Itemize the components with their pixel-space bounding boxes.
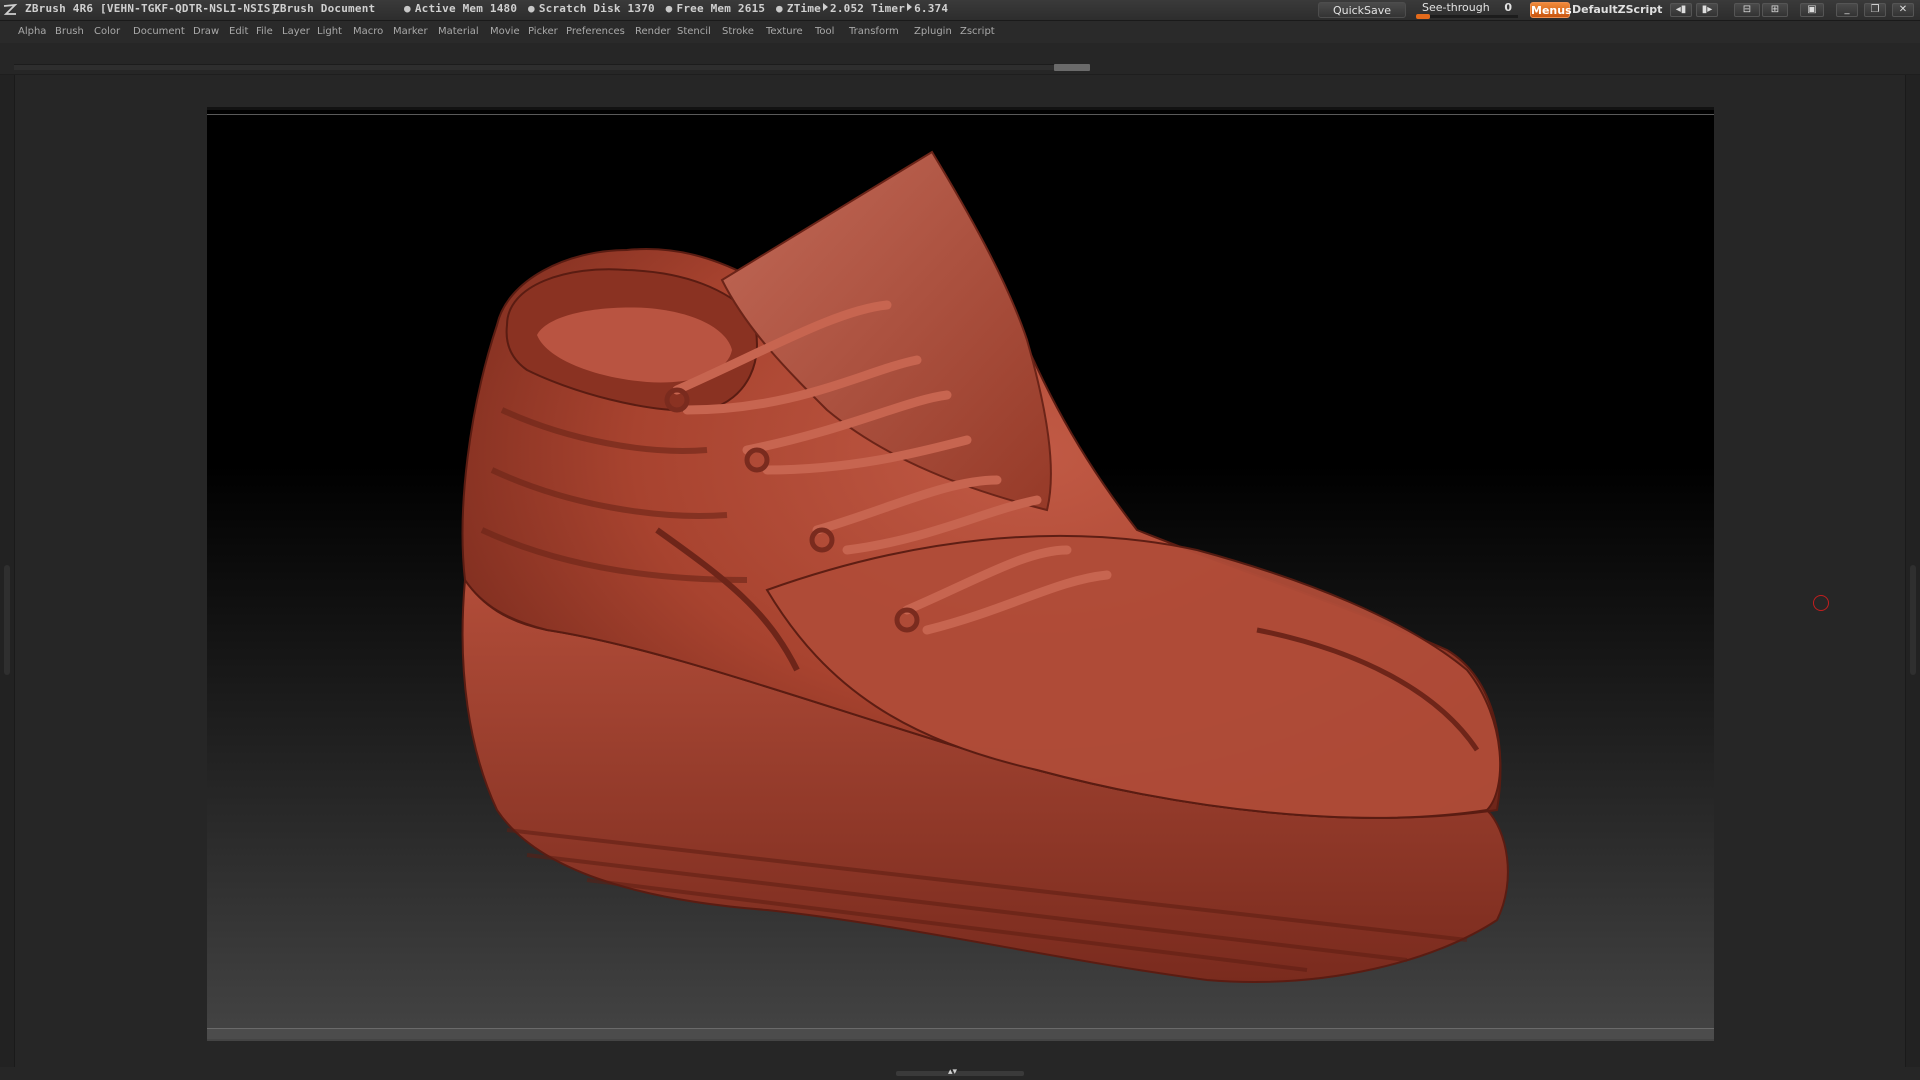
menu-draw[interactable]: Draw — [193, 26, 219, 37]
top-shelf — [14, 64, 1054, 70]
menu-marker[interactable]: Marker — [393, 26, 428, 37]
left-tray[interactable] — [0, 75, 15, 1067]
active-mem-value: 1480 — [489, 2, 518, 15]
tray-divider — [0, 74, 1920, 75]
canvas-top-edge — [207, 114, 1714, 115]
menu-bar: Alpha Brush Color Document Draw Edit Fil… — [0, 21, 1920, 43]
ztime-value: 2.052 — [830, 2, 865, 15]
zbrush-logo-icon[interactable] — [2, 2, 18, 18]
menu-edit[interactable]: Edit — [229, 26, 248, 37]
free-mem-value: 2615 — [737, 2, 766, 15]
right-tray-handle[interactable] — [1910, 565, 1916, 675]
expand-tray-icon[interactable]: ▴▾ — [948, 1068, 957, 1077]
ztime-label: ZTime — [786, 2, 821, 15]
menu-stroke[interactable]: Stroke — [722, 26, 754, 37]
right-tray[interactable] — [1905, 75, 1920, 1067]
menu-macro[interactable]: Macro — [353, 26, 383, 37]
menu-movie[interactable]: Movie — [490, 26, 520, 37]
menu-material[interactable]: Material — [438, 26, 479, 37]
ui-colors-icon[interactable]: ⊞ — [1762, 3, 1788, 17]
minimize-icon[interactable]: _ — [1836, 3, 1858, 17]
shelf-scroll-handle[interactable] — [1054, 64, 1090, 71]
quicksave-button[interactable]: QuickSave — [1318, 2, 1406, 18]
menu-document[interactable]: Document — [133, 26, 185, 37]
menu-zscript[interactable]: Zscript — [960, 26, 995, 37]
lock-icon[interactable]: ▣ — [1800, 3, 1824, 17]
menu-render[interactable]: Render — [635, 26, 671, 37]
document-title: ZBrush Document — [273, 2, 376, 15]
menu-brush[interactable]: Brush — [55, 26, 84, 37]
menu-tool[interactable]: Tool — [815, 26, 834, 37]
canvas-bottom-edge — [207, 1028, 1714, 1039]
menu-stencil[interactable]: Stencil — [677, 26, 711, 37]
menu-preferences[interactable]: Preferences — [566, 26, 625, 37]
restore-icon[interactable]: ❐ — [1864, 3, 1886, 17]
scratch-disk-label: Scratch Disk — [538, 2, 621, 15]
boot-sculpt-model[interactable] — [207, 110, 1714, 1041]
seethrough-value: 0 — [1504, 1, 1512, 14]
menu-light[interactable]: Light — [317, 26, 342, 37]
menu-zplugin[interactable]: Zplugin — [914, 26, 952, 37]
menu-picker[interactable]: Picker — [528, 26, 558, 37]
app-title: ZBrush 4R6 [VEHN-TGKF-QDTR-NSLI-NSIS] — [25, 2, 278, 15]
timer-value: 6.374 — [914, 2, 949, 15]
scratch-disk-value: 1370 — [627, 2, 655, 15]
seethrough-slider[interactable]: See-through 0 — [1414, 0, 1520, 20]
active-mem-label: Active Mem — [414, 2, 484, 15]
menu-color[interactable]: Color — [94, 26, 120, 37]
menu-layer[interactable]: Layer — [282, 26, 310, 37]
ui-layout-icon[interactable]: ⊟ — [1734, 3, 1760, 17]
left-tray-handle[interactable] — [4, 565, 10, 675]
menu-transform[interactable]: Transform — [849, 26, 899, 37]
seethrough-track[interactable] — [1416, 15, 1518, 18]
arrow-right-icon — [823, 3, 828, 11]
timer-label: Timer — [870, 2, 906, 15]
seethrough-knob[interactable] — [1416, 14, 1430, 19]
status-readout: ● Active Mem 1480 ● Scratch Disk 1370 ● Fre… — [404, 2, 949, 15]
bottom-tray-handle[interactable] — [896, 1071, 1024, 1076]
close-icon[interactable]: ✕ — [1892, 3, 1914, 17]
brush-cursor-icon — [1813, 595, 1829, 611]
menu-texture[interactable]: Texture — [766, 26, 803, 37]
free-mem-label: Free Mem — [676, 2, 732, 15]
menus-toggle-button[interactable]: Menus — [1530, 2, 1572, 18]
menu-alpha[interactable]: Alpha — [18, 26, 46, 37]
menu-file[interactable]: File — [256, 26, 273, 37]
arrow-right-icon — [907, 3, 913, 11]
hide-palettes-left-icon[interactable]: ◂▮ — [1670, 3, 1692, 17]
document-canvas[interactable] — [207, 107, 1714, 1041]
title-bar: ZBrush 4R6 [VEHN-TGKF-QDTR-NSLI-NSIS] ZB… — [0, 0, 1920, 21]
hide-palettes-right-icon[interactable]: ▮▸ — [1696, 3, 1718, 17]
default-zscript-button[interactable]: DefaultZScript — [1572, 2, 1662, 18]
seethrough-label: See-through — [1422, 1, 1490, 14]
